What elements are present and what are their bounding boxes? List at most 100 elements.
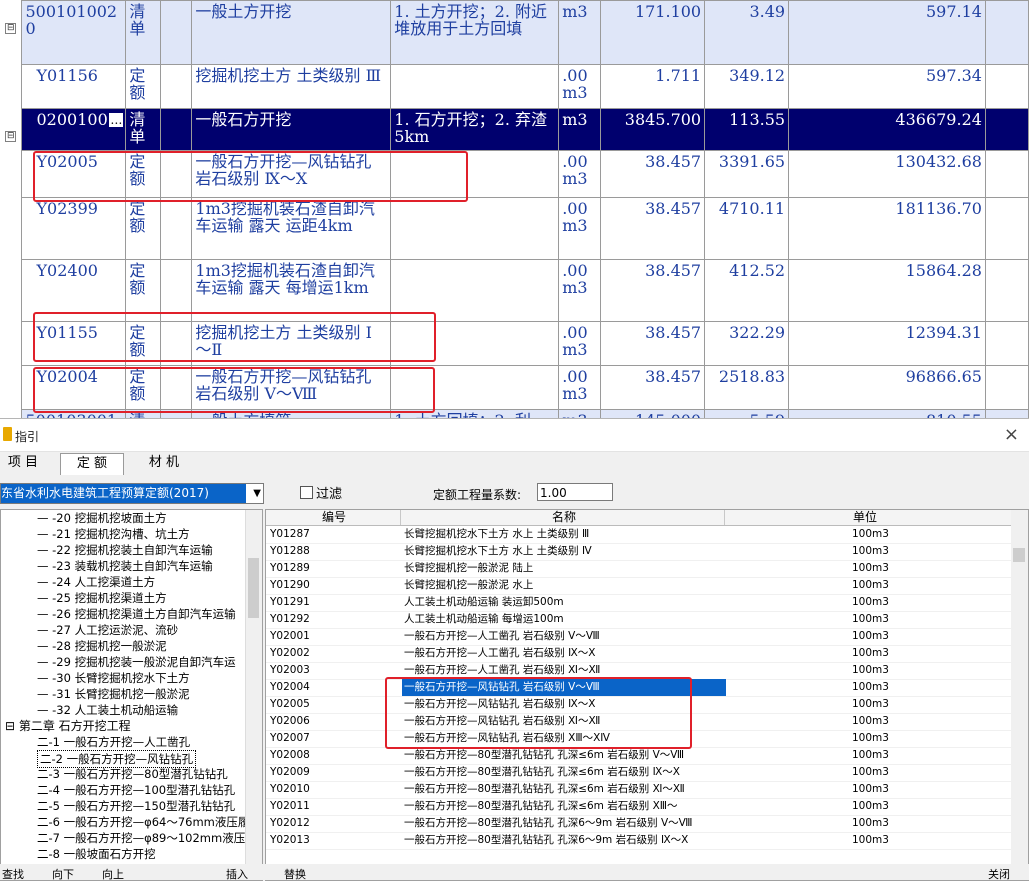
grid-row[interactable]: 5001030010清单 一般土方填筑1. 土方回填；2. 利m3145.0005… [0, 409, 1029, 418]
cell-kind[interactable]: 定额 [125, 150, 162, 198]
grid-row[interactable]: Y02005 定额 一般石方开挖—风钻钻孔 岩石级别 Ⅸ～Ⅹ .00m3 38.457 3… [0, 150, 1029, 198]
cell-feature[interactable] [390, 150, 560, 198]
tree-item[interactable]: — -25 挖掘机挖渠道土方 [37, 590, 167, 606]
cell-name[interactable]: 一般石方开挖—风钻钻孔 岩石级别 Ⅸ～Ⅹ [191, 150, 392, 198]
list-item[interactable]: Y01287 长臂挖掘机挖水下土方 水上 土类级别 Ⅲ 100m3 [266, 526, 1011, 544]
cell-blank[interactable] [984, 64, 1029, 109]
cell-blank[interactable] [160, 108, 193, 151]
cell-feature[interactable] [390, 321, 560, 366]
header-name[interactable]: 名称 [552, 510, 576, 525]
cell-kind[interactable]: 清单 [125, 0, 162, 65]
cell-name[interactable]: 挖掘机挖土方 土类级别 Ⅲ [191, 64, 392, 109]
cell-price[interactable]: 3.49 [704, 0, 790, 65]
cell-blank[interactable] [160, 0, 193, 65]
list-item[interactable]: Y02004 一般石方开挖—风钻钻孔 岩石级别 Ⅴ～Ⅷ 100m3 [266, 679, 1011, 697]
list-item[interactable]: Y02006 一般石方开挖—风钻钻孔 岩石级别 Ⅺ～Ⅻ 100m3 [266, 713, 1011, 731]
cell-unit[interactable]: .00m3 [558, 197, 602, 260]
cell-name[interactable]: 一般石方开挖 [191, 108, 392, 151]
row-gutter[interactable] [0, 64, 23, 109]
list-item[interactable]: Y01290 长臂挖掘机挖一般淤泥 水上 100m3 [266, 577, 1011, 595]
row-gutter[interactable] [0, 150, 23, 198]
tree-item[interactable]: — -22 挖掘机挖装土自卸汽车运输 [37, 542, 213, 558]
grid-row[interactable]: ⊟ 02001001… 清单 一般石方开挖 1. 石方开挖；2. 弃渣5km m3 3845… [0, 108, 1029, 151]
cell-total[interactable]: 597.14 [788, 0, 986, 65]
list-scrollbar[interactable] [1011, 510, 1028, 866]
cell-blank[interactable] [984, 409, 1029, 418]
cell-blank[interactable] [160, 321, 193, 366]
cell-kind[interactable]: 定额 [125, 197, 162, 260]
tree-item[interactable]: 二-3 一般石方开挖—80型潜孔钻钻孔 [37, 766, 228, 782]
list-item[interactable]: Y01288 长臂挖掘机挖水下土方 水上 土类级别 Ⅳ 100m3 [266, 543, 1011, 561]
tree-scrollbar[interactable] [245, 510, 262, 880]
cell-code[interactable]: Y01155 [21, 321, 127, 366]
cell-blank[interactable] [984, 150, 1029, 198]
quota-library-select[interactable]: 东省水利水电建筑工程预算定额(2017) ▼ [0, 483, 264, 504]
tree-item[interactable]: — -31 长臂挖掘机挖一般淤泥 [37, 686, 190, 702]
tab-quota[interactable]: 定 额 [60, 453, 124, 475]
cell-feature[interactable] [390, 64, 560, 109]
cell-unit[interactable]: .00m3 [558, 321, 602, 366]
cell-quantity[interactable]: 171.100 [600, 0, 706, 65]
collapse-icon[interactable]: ⊟ [5, 22, 17, 34]
cell-price[interactable]: 113.55 [704, 108, 790, 151]
collapse-icon[interactable]: ⊟ [5, 130, 17, 142]
tree-item[interactable]: — -30 长臂挖掘机挖水下土方 [37, 670, 190, 686]
cell-total[interactable]: 130432.68 [788, 150, 986, 198]
cell-quantity[interactable]: 38.457 [600, 150, 706, 198]
cell-price[interactable]: 3391.65 [704, 150, 790, 198]
cell-total[interactable]: 436679.24 [788, 108, 986, 151]
cell-blank[interactable] [984, 197, 1029, 260]
cell-price[interactable]: 2518.83 [704, 365, 790, 410]
cell-code[interactable]: Y02005 [21, 150, 127, 198]
list-item[interactable]: Y01291 人工装土机动船运输 装运卸500m 100m3 [266, 594, 1011, 612]
list-item[interactable]: Y02008 一般石方开挖—80型潜孔钻钻孔 孔深≤6m 岩石级别 Ⅴ～Ⅷ 100m… [266, 747, 1011, 765]
bill-grid[interactable]: ⊟ 5001010020 清单 一般土方开挖 1. 土方开挖；2. 附近堆放用于土方回填… [0, 0, 1029, 418]
grid-row[interactable]: Y02399 定额 1m3挖掘机装石渣自卸汽车运输 露天 运距4km .00m3 38.… [0, 197, 1029, 260]
tree-item[interactable]: — -27 人工挖运淤泥、流砂 [37, 622, 178, 638]
cell-unit[interactable]: m3 [558, 108, 602, 151]
list-item[interactable]: Y02013 一般石方开挖—80型潜孔钻钻孔 孔深6～9m 岩石级别 Ⅸ～Ⅹ 100… [266, 832, 1011, 850]
header-unit[interactable]: 单位 [853, 510, 877, 525]
cell-name[interactable]: 一般石方开挖—风钻钻孔 岩石级别 Ⅴ～Ⅷ [191, 365, 392, 410]
cell-blank[interactable] [984, 0, 1029, 65]
cell-blank[interactable] [160, 64, 193, 109]
cell-feature[interactable] [390, 197, 560, 260]
cell-quantity[interactable]: 38.457 [600, 259, 706, 322]
cell-quantity[interactable]: 38.457 [600, 365, 706, 410]
cell-unit[interactable]: .00m3 [558, 259, 602, 322]
tree-item[interactable]: ⊟ 第二章 石方开挖工程 [5, 718, 131, 734]
list-item[interactable]: Y02002 一般石方开挖—人工凿孔 岩石级别 Ⅸ～Ⅹ 100m3 [266, 645, 1011, 663]
tree-item[interactable]: 二-1 一般石方开挖—人工凿孔 [37, 734, 190, 750]
row-gutter[interactable] [0, 409, 23, 418]
tree-item[interactable]: — -21 挖掘机挖沟槽、坑土方 [37, 526, 190, 542]
cell-code[interactable]: Y02400 [21, 259, 127, 322]
tree-item[interactable]: 二-4 一般石方开挖—100型潜孔钻钻孔 [37, 782, 235, 798]
close-icon[interactable]: × [1004, 424, 1019, 445]
cell-kind[interactable]: 定额 [125, 321, 162, 366]
cell-quantity[interactable]: 1.711 [600, 64, 706, 109]
cell-feature[interactable]: 1. 土方回填；2. 利 [390, 409, 560, 418]
cell-name[interactable]: 一般土方开挖 [191, 0, 392, 65]
tree-item[interactable]: — -29 挖掘机挖装一般淤泥自卸汽车运 [37, 654, 236, 670]
cell-price[interactable]: 4710.11 [704, 197, 790, 260]
cell-feature[interactable]: 1. 土方开挖；2. 附近堆放用于土方回填 [390, 0, 560, 65]
cell-blank[interactable] [160, 150, 193, 198]
cell-price[interactable]: 412.52 [704, 259, 790, 322]
cell-quantity[interactable]: 38.457 [600, 321, 706, 366]
cell-price[interactable]: 322.29 [704, 321, 790, 366]
quantity-coefficient-input[interactable]: 1.00 [537, 483, 613, 501]
tree-item[interactable]: — -23 装载机挖装土自卸汽车运输 [37, 558, 213, 574]
cell-blank[interactable] [984, 365, 1029, 410]
cell-price[interactable]: 349.12 [704, 64, 790, 109]
tree-item[interactable]: — -20 挖掘机挖坡面土方 [37, 510, 167, 526]
tree-item[interactable]: 二-6 一般石方开挖—φ64～76mm液压履 [37, 814, 249, 830]
cell-code[interactable]: 02001001… [21, 108, 127, 151]
cell-blank[interactable] [160, 409, 193, 418]
cell-total[interactable]: 181136.70 [788, 197, 986, 260]
cell-code[interactable]: Y02399 [21, 197, 127, 260]
cell-kind[interactable]: 定额 [125, 64, 162, 109]
list-item[interactable]: Y02011 一般石方开挖—80型潜孔钻钻孔 孔深≤6m 岩石级别 ⅩⅢ～ 100m… [266, 798, 1011, 816]
cell-unit[interactable]: m3 [558, 409, 602, 418]
cell-total[interactable]: 597.34 [788, 64, 986, 109]
cell-price[interactable]: 5.59 [704, 409, 790, 418]
